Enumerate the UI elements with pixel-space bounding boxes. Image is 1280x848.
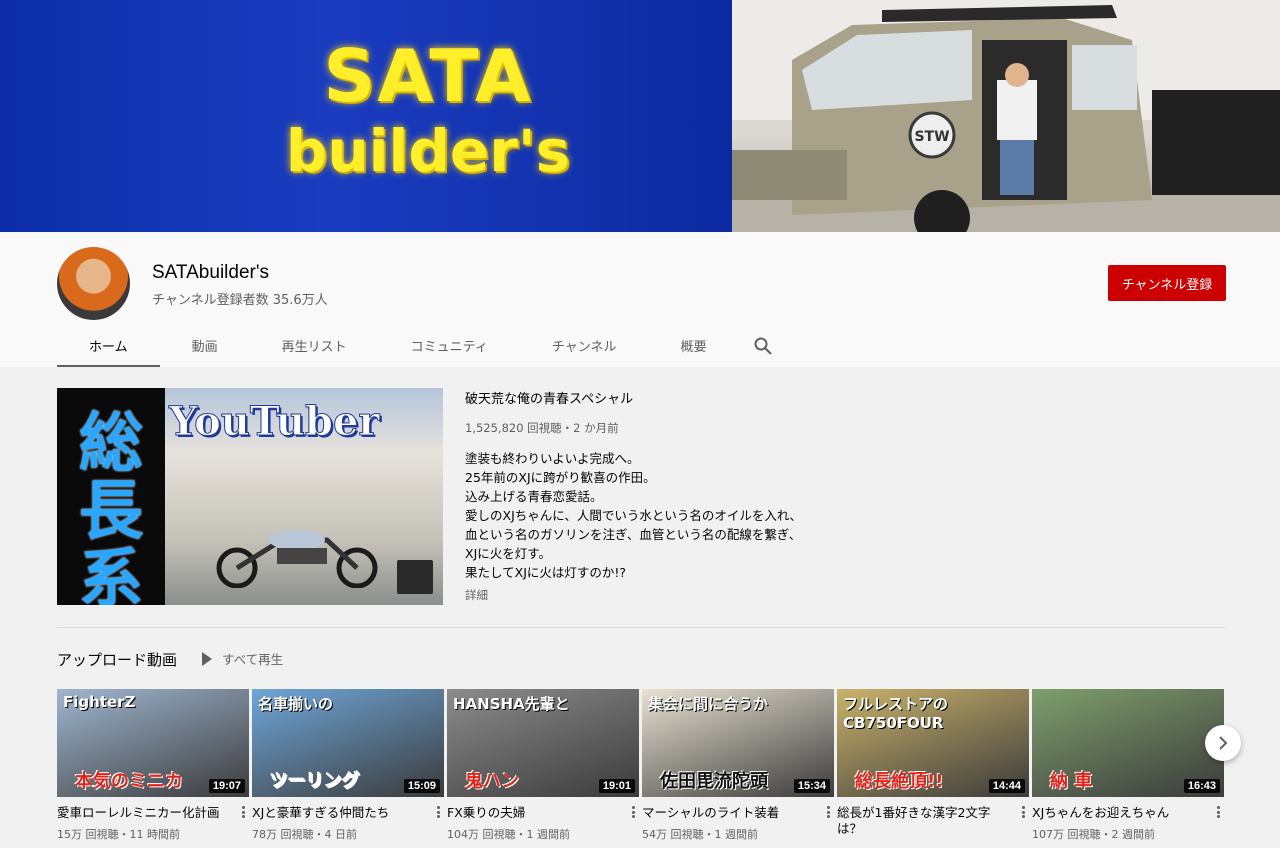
- banner-line1: SATA: [323, 34, 533, 118]
- video-duration: 19:01: [598, 779, 635, 793]
- description-line: 果たしてXJに火は灯すのか!?: [465, 565, 627, 580]
- play-all-button[interactable]: すべて再生: [202, 649, 283, 668]
- video-duration: 19:07: [208, 779, 245, 793]
- video-thumbnail[interactable]: 名車揃いのツーリング 15:09: [252, 689, 444, 797]
- video-meta: 78万 回視聴・4 日前: [252, 828, 357, 841]
- banner-line2: builder's: [285, 117, 571, 185]
- description-line: 愛しのXJちゃんに、人間でいう水という名のオイルを入れ、: [465, 508, 803, 523]
- video-card[interactable]: FighterZ 本気のミニカ 19:07 愛車ローレルミニカー化計画 15万 回視聴・…: [57, 689, 249, 842]
- video-thumbnail[interactable]: 納 車 16:43: [1032, 689, 1224, 797]
- banner-logo-text: SATA builder's: [228, 40, 628, 180]
- more-vert-icon[interactable]: [1017, 804, 1029, 820]
- more-vert-icon[interactable]: [822, 804, 834, 820]
- thumbnail-caption: 納 車: [1050, 771, 1093, 792]
- tab-videos[interactable]: 動画: [160, 324, 250, 367]
- more-vert-icon[interactable]: [1212, 804, 1224, 820]
- tab-home[interactable]: ホーム: [57, 324, 160, 367]
- video-title[interactable]: XJと豪華すぎる仲間たち: [252, 805, 422, 821]
- van-illustration: STW: [732, 0, 1280, 232]
- thumbnail-top-text: 名車揃いの: [258, 695, 334, 713]
- description-line: 血という名のガソリンを注ぎ、血管という名の配線を繋ぎ、: [465, 527, 802, 542]
- channel-home-content: 総 長 系 YouTuber 破天荒な俺の青春スペシャル 1,525,820 回…: [0, 367, 1280, 848]
- channel-tabs: ホーム 動画 再生リスト コミュニティ チャンネル 概要: [57, 324, 787, 367]
- thumbnail-top-text: FighterZ: [63, 693, 136, 711]
- motorcycle-image: [216, 530, 378, 588]
- video-card[interactable]: 名車揃いのツーリング 15:09 XJと豪華すぎる仲間たち 78万 回視聴・4 日前: [252, 689, 444, 842]
- description-line: XJに火を灯す。: [465, 546, 552, 561]
- featured-video-meta: 1,525,820 回視聴・2 か月前: [465, 421, 619, 435]
- thumbnail-caption: 鬼ハン: [465, 771, 519, 792]
- shelf-next-button[interactable]: [1205, 725, 1241, 761]
- thumbnail-top-text: 集会に間に合うか: [648, 695, 769, 713]
- video-thumbnail[interactable]: 集会に間に合うか佐田毘流陀頭 15:34: [642, 689, 834, 797]
- section-divider: [57, 627, 1225, 628]
- featured-video-description: 塗装も終わりいよいよ完成へ。 25年前のXJに跨がり歓喜の作田。 込み上げる青春…: [465, 449, 825, 582]
- thumb-kanji-3: 系: [79, 542, 143, 605]
- thumb-youtuber-text: YouTuber: [169, 398, 381, 446]
- subscribe-button[interactable]: チャンネル登録: [1108, 265, 1226, 301]
- subscriber-count: チャンネル登録者数 35.6万人: [152, 293, 328, 308]
- video-duration: 15:09: [403, 779, 440, 793]
- tab-channels[interactable]: チャンネル: [520, 324, 649, 367]
- video-meta: 107万 回視聴・2 週間前: [1032, 828, 1155, 841]
- video-card[interactable]: 納 車 16:43 XJちゃんをお迎えちゃん 107万 回視聴・2 週間前: [1032, 689, 1224, 842]
- video-title[interactable]: 愛車ローレルミニカー化計画: [57, 805, 227, 821]
- video-card[interactable]: 集会に間に合うか佐田毘流陀頭 15:34 マーシャルのライト装着 54万 回視聴・1 …: [642, 689, 834, 842]
- more-vert-icon[interactable]: [432, 804, 444, 820]
- video-title[interactable]: XJちゃんをお迎えちゃん: [1032, 805, 1202, 821]
- tab-community[interactable]: コミュニティ: [379, 324, 520, 367]
- thumbnail-caption: 佐田毘流陀頭: [660, 771, 768, 792]
- video-thumbnail[interactable]: FighterZ 本気のミニカ 19:07: [57, 689, 249, 797]
- description-line: 塗装も終わりいよいよ完成へ。: [465, 451, 640, 466]
- channel-banner: SATA builder's STW: [0, 0, 1280, 232]
- thumbnail-top-text: HANSHA先輩と: [453, 695, 570, 713]
- banner-photo-van: STW: [732, 0, 1280, 232]
- video-title[interactable]: 総長が1番好きな漢字2文字は？: [837, 805, 1007, 837]
- video-title[interactable]: FX乗りの夫婦: [447, 805, 617, 821]
- featured-video-title[interactable]: 破天荒な俺の青春スペシャル: [465, 388, 633, 407]
- description-line: 25年前のXJに跨がり歓喜の作田。: [465, 470, 656, 485]
- video-title[interactable]: マーシャルのライト装着: [642, 805, 812, 821]
- video-card[interactable]: HANSHA先輩と鬼ハン 19:01 FX乗りの夫婦 104万 回視聴・1 週間前: [447, 689, 639, 842]
- video-duration: 16:43: [1183, 779, 1220, 793]
- tab-about[interactable]: 概要: [649, 324, 739, 367]
- video-meta: 54万 回視聴・1 週間前: [642, 828, 758, 841]
- chevron-right-icon: [1219, 736, 1228, 750]
- video-duration: 14:44: [988, 779, 1025, 793]
- video-meta: 15万 回視聴・11 時間前: [57, 828, 180, 841]
- thumb-corner-badge: [397, 560, 433, 594]
- thumbnail-top-text: フルレストアの CB750FOUR: [843, 695, 949, 732]
- read-more-link[interactable]: 詳細: [465, 587, 488, 603]
- channel-header: SATAbuilder's チャンネル登録者数 35.6万人 チャンネル登録 ホ…: [0, 232, 1280, 367]
- thumbnail-caption: 本気のミニカ: [75, 771, 183, 792]
- uploads-section-title[interactable]: アップロード動画: [57, 649, 177, 670]
- thumbnail-caption: ツーリング: [270, 771, 360, 792]
- thumbnail-caption: 総長絶頂!!: [855, 771, 944, 792]
- search-icon[interactable]: [739, 324, 787, 367]
- tab-playlists[interactable]: 再生リスト: [250, 324, 379, 367]
- description-line: 込み上げる青春恋愛話。: [465, 489, 603, 504]
- thumb-black-panel: 総 長 系: [57, 388, 165, 605]
- featured-video-thumbnail[interactable]: 総 長 系 YouTuber: [57, 388, 443, 605]
- video-card[interactable]: フルレストアの CB750FOUR 総長絶頂!! 14:44 総長が1番好きな漢字2文…: [837, 689, 1029, 842]
- channel-name: SATAbuilder's: [152, 262, 269, 283]
- channel-avatar[interactable]: [57, 247, 130, 320]
- video-thumbnail[interactable]: HANSHA先輩と鬼ハン 19:01: [447, 689, 639, 797]
- video-thumbnail[interactable]: フルレストアの CB750FOUR 総長絶頂!! 14:44: [837, 689, 1029, 797]
- svg-text:STW: STW: [914, 129, 949, 145]
- play-all-icon: [202, 651, 212, 666]
- uploads-shelf: FighterZ 本気のミニカ 19:07 愛車ローレルミニカー化計画 15万 回視聴・…: [57, 689, 1227, 848]
- video-meta: 104万 回視聴・1 週間前: [447, 828, 570, 841]
- more-vert-icon[interactable]: [627, 804, 639, 820]
- play-all-label: すべて再生: [222, 652, 284, 667]
- more-vert-icon[interactable]: [237, 804, 249, 820]
- video-duration: 15:34: [793, 779, 830, 793]
